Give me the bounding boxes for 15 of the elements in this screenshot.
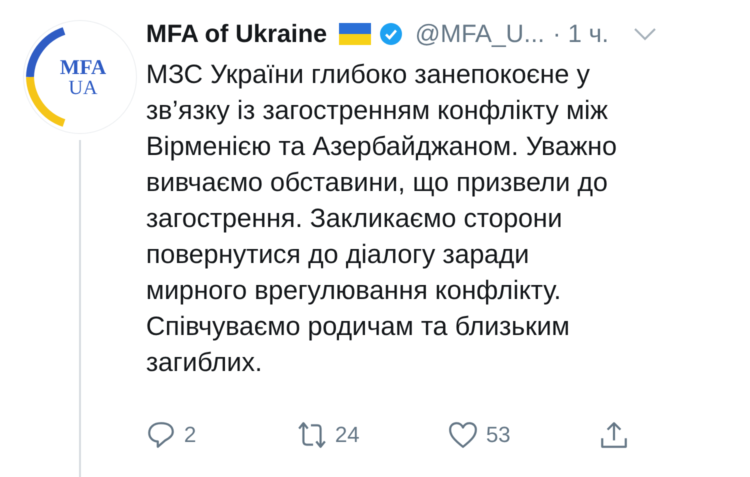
avatar[interactable]: MFA UA bbox=[23, 20, 137, 134]
author-name[interactable]: MFA of Ukraine bbox=[146, 20, 328, 48]
heart-icon[interactable] bbox=[448, 420, 478, 450]
avatar-text: UA bbox=[68, 78, 98, 98]
count: 24 bbox=[335, 422, 360, 448]
count: 53 bbox=[486, 422, 510, 448]
flag-icon bbox=[339, 23, 372, 45]
timestamp[interactable]: · 1 ч. bbox=[552, 20, 609, 48]
tweet-text: МЗС України глибоко занепокоєне у зв’язку із загостренням конфлікту між Вірменією та Азербайджаном. Уважно вивчаємо обставини, що призвели до загострення. Закликаємо сторони повернутися до діалогу заради мирного врегулювання конфлікту. Співчуваємо родичам та близьким загиблих. bbox=[146, 58, 618, 379]
share-icon[interactable] bbox=[599, 420, 629, 450]
author-handle[interactable]: @MFA_U... bbox=[415, 20, 545, 48]
count: 2 bbox=[184, 422, 196, 448]
reply-icon[interactable] bbox=[146, 420, 176, 450]
retweet-icon[interactable] bbox=[297, 420, 327, 450]
avatar-text: MFA bbox=[60, 56, 106, 78]
